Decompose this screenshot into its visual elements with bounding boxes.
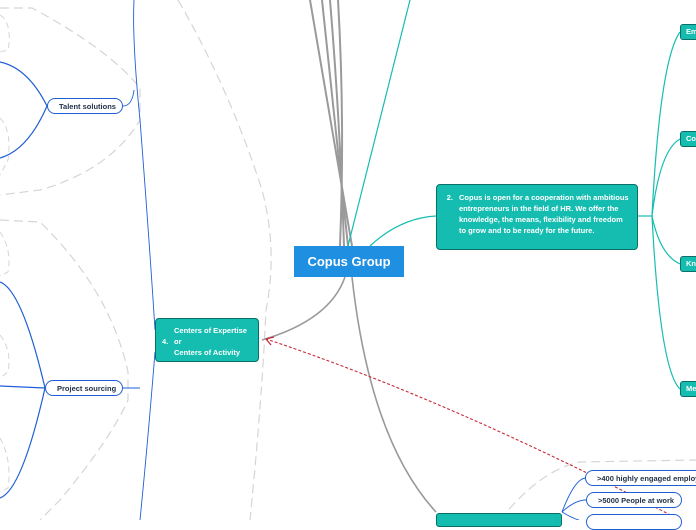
central-topic[interactable]: Copus Group [294, 246, 404, 277]
trunk-line [351, 276, 437, 513]
teal-link [651, 215, 681, 390]
trunk-line [261, 276, 346, 341]
sub-boundary [0, 231, 10, 277]
blue-link [0, 105, 48, 159]
blue-link [561, 499, 587, 513]
centers-number: 4. [162, 337, 169, 346]
trunk-line [309, 0, 353, 247]
project-sourcing-label: Project sourcing [57, 383, 117, 393]
cooperation-text: Copus is open for a cooperation with amb… [455, 192, 629, 236]
centers-line-3: Centers of Activity [174, 348, 240, 357]
right-topic-2[interactable]: Co [680, 131, 696, 147]
talent-solutions-topic[interactable]: Talent solutions [47, 98, 123, 114]
blue-link [0, 61, 48, 107]
trunk-line [321, 0, 349, 247]
blue-link [0, 281, 46, 389]
cooperation-topic[interactable]: Copus is open for a cooperation with amb… [436, 184, 638, 250]
blue-link [0, 387, 46, 499]
sub-boundary [0, 117, 10, 176]
blue-link [133, 0, 156, 331]
blue-link [0, 385, 46, 389]
fact-employees[interactable]: >400 highly engaged employees [585, 470, 696, 486]
centers-topic[interactable]: Centers of Expertise 4. or Centers of Act… [155, 318, 259, 362]
sub-boundary [0, 437, 10, 493]
teal-link [651, 215, 681, 265]
right-topic-label: Em [686, 27, 696, 36]
centers-line-1: Centers of Expertise [174, 326, 247, 335]
fact-third[interactable] [586, 514, 682, 530]
right-topic-3[interactable]: Kn [680, 256, 696, 272]
fact-people-at-work[interactable]: >5000 People at work [586, 492, 682, 508]
right-topic-label: Co [686, 134, 696, 143]
right-topic-4[interactable]: Me [680, 381, 696, 397]
central-topic-label: Copus Group [307, 254, 391, 269]
centers-line-2: 4. or [162, 337, 182, 346]
right-topic-label: Kn [686, 259, 696, 268]
blue-link [561, 477, 587, 513]
left-boundary [0, 219, 129, 520]
teal-link [347, 0, 411, 247]
cooperation-list: Copus is open for a cooperation with amb… [445, 192, 629, 236]
right-topic-1[interactable]: Em [680, 24, 696, 40]
bottom-topic[interactable] [436, 513, 562, 527]
teal-link [369, 215, 437, 247]
sub-boundary [0, 14, 10, 53]
blue-link [122, 89, 135, 107]
fact-people-label: >5000 People at work [598, 495, 675, 505]
blue-link [561, 511, 580, 520]
centers-boundary [177, 0, 272, 520]
blue-link [139, 351, 156, 520]
right-topic-label: Me [686, 384, 696, 393]
talent-solutions-label: Talent solutions [59, 101, 116, 111]
project-sourcing-topic[interactable]: Project sourcing [45, 380, 123, 396]
facts-boundary [499, 459, 696, 520]
fact-employees-label: >400 highly engaged employees [597, 473, 696, 483]
sub-boundary [0, 334, 10, 379]
